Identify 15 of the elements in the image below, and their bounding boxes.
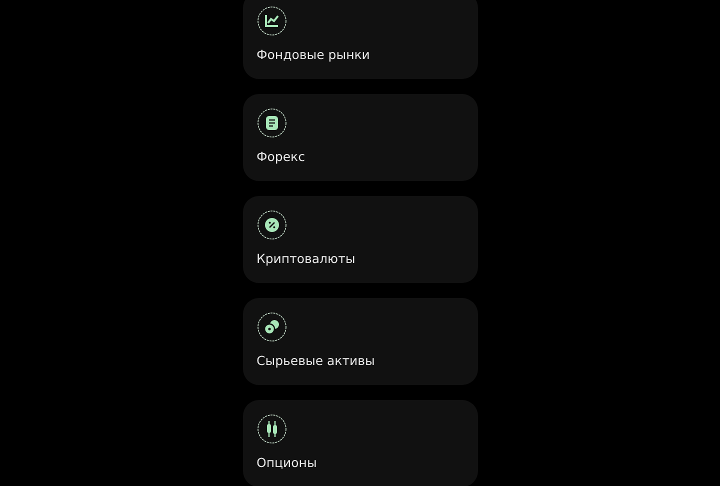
market-label: Криптовалюты bbox=[256, 251, 356, 266]
coins-icon bbox=[256, 312, 286, 342]
market-label: Опционы bbox=[256, 455, 318, 470]
percent-icon bbox=[256, 210, 286, 240]
market-card[interactable]: Криптовалюты bbox=[242, 196, 478, 283]
market-card[interactable]: Сырьевые активы bbox=[242, 298, 478, 385]
market-label: Форекс bbox=[256, 149, 306, 164]
market-card[interactable]: Опционы bbox=[242, 400, 478, 486]
market-card[interactable]: Форекс bbox=[242, 94, 478, 181]
market-label: Фондовые рынки bbox=[256, 47, 371, 62]
candles-icon bbox=[256, 414, 286, 444]
market-card[interactable]: Фондовые рынки bbox=[242, 0, 478, 79]
market-label: Сырьевые активы bbox=[256, 353, 376, 368]
chart-icon bbox=[256, 6, 286, 36]
document-icon bbox=[256, 108, 286, 138]
